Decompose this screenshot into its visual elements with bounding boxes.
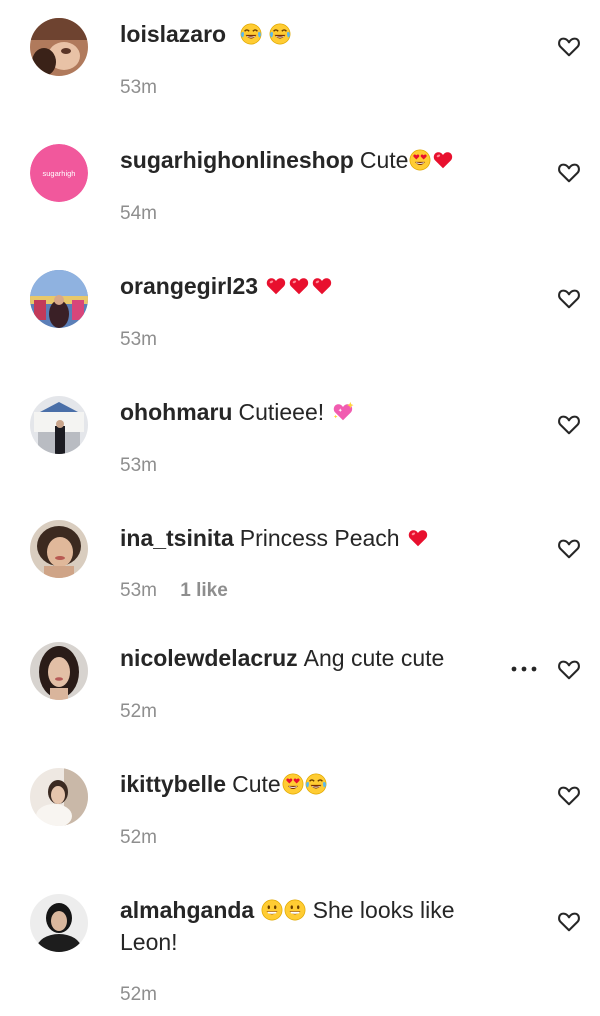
joy-emoji xyxy=(269,23,291,45)
heart-outline-icon[interactable] xyxy=(556,159,582,185)
heart-outline-icon[interactable] xyxy=(556,33,582,59)
comment-body: Cute xyxy=(232,771,281,797)
avatar[interactable]: sugarhigh xyxy=(30,144,88,202)
heart-eyes-emoji xyxy=(409,149,431,171)
comment-text: nicolewdelacruz Ang cute cute xyxy=(120,642,505,674)
comment-body: Cutieee! xyxy=(238,399,325,425)
comment-time: 52m xyxy=(120,827,157,848)
comment-meta: 52m xyxy=(120,700,157,724)
username-link[interactable]: orangegirl23 xyxy=(120,273,258,299)
username-link[interactable]: sugarhighonlineshop xyxy=(120,147,354,173)
comment-text: ohohmaru Cutieee! xyxy=(120,396,505,428)
grin-emoji xyxy=(261,899,283,921)
heart-outline-icon[interactable] xyxy=(556,535,582,561)
comment-text: sugarhighonlineshop Cute xyxy=(120,144,505,176)
heart-outline-icon[interactable] xyxy=(556,285,582,311)
heart-outline-icon[interactable] xyxy=(556,656,582,682)
comment-time: 52m xyxy=(120,701,157,722)
comment-body: Ang cute cute xyxy=(303,645,445,671)
brand-logo-text: sugarhigh xyxy=(43,169,76,178)
comment-time: 53m xyxy=(120,580,157,601)
comment-text: ikittybelle Cute xyxy=(120,768,505,800)
username-link[interactable]: loislazaro xyxy=(120,21,226,47)
heart-outline-icon[interactable] xyxy=(556,908,582,934)
joy-emoji xyxy=(240,23,262,45)
comment-meta: 53m xyxy=(120,76,157,100)
comment-list: loislazaro 53m sugarhigh sugarhighonline… xyxy=(0,0,600,1016)
comment-time: 52m xyxy=(120,984,157,1005)
avatar[interactable] xyxy=(30,768,88,826)
comment-time: 53m xyxy=(120,455,157,476)
sparkling-heart-emoji xyxy=(332,401,354,423)
red-heart-emoji xyxy=(265,275,287,297)
comment-meta: 52m xyxy=(120,826,157,850)
comment-body: Cute xyxy=(359,147,409,173)
comment-text: loislazaro xyxy=(120,18,505,50)
avatar[interactable] xyxy=(30,396,88,454)
comment-time: 53m xyxy=(120,329,157,350)
red-heart-emoji xyxy=(432,149,454,171)
more-options-icon[interactable] xyxy=(510,664,538,674)
username-link[interactable]: almahganda xyxy=(120,897,254,923)
heart-outline-icon[interactable] xyxy=(556,411,582,437)
comment-time: 54m xyxy=(120,203,157,224)
red-heart-emoji xyxy=(407,527,429,549)
username-link[interactable]: ina_tsinita xyxy=(120,525,234,551)
heart-eyes-emoji xyxy=(282,773,304,795)
comment-body: Princess Peach xyxy=(239,525,400,551)
heart-outline-icon[interactable] xyxy=(556,782,582,808)
comment-text: orangegirl23 xyxy=(120,270,505,302)
comment-text: ina_tsinita Princess Peach xyxy=(120,522,505,554)
avatar[interactable] xyxy=(30,642,88,700)
likes-count-link[interactable]: 1 like xyxy=(180,580,228,601)
grin-emoji xyxy=(284,899,306,921)
username-link[interactable]: ikittybelle xyxy=(120,771,226,797)
comment-meta: 53m xyxy=(120,454,157,478)
joy-emoji xyxy=(305,773,327,795)
comment-meta: 53m xyxy=(120,328,157,352)
username-link[interactable]: ohohmaru xyxy=(120,399,232,425)
avatar[interactable] xyxy=(30,18,88,76)
avatar[interactable] xyxy=(30,270,88,328)
username-link[interactable]: nicolewdelacruz xyxy=(120,645,298,671)
comment-meta: 53m 1 like xyxy=(120,579,228,603)
red-heart-emoji xyxy=(311,275,333,297)
red-heart-emoji xyxy=(288,275,310,297)
avatar[interactable] xyxy=(30,520,88,578)
comment-time: 53m xyxy=(120,77,157,98)
comment-meta: 52m xyxy=(120,983,157,1007)
avatar[interactable] xyxy=(30,894,88,952)
comment-meta: 54m xyxy=(120,202,157,226)
comment-text: almahganda She looks like Leon! xyxy=(120,894,505,958)
